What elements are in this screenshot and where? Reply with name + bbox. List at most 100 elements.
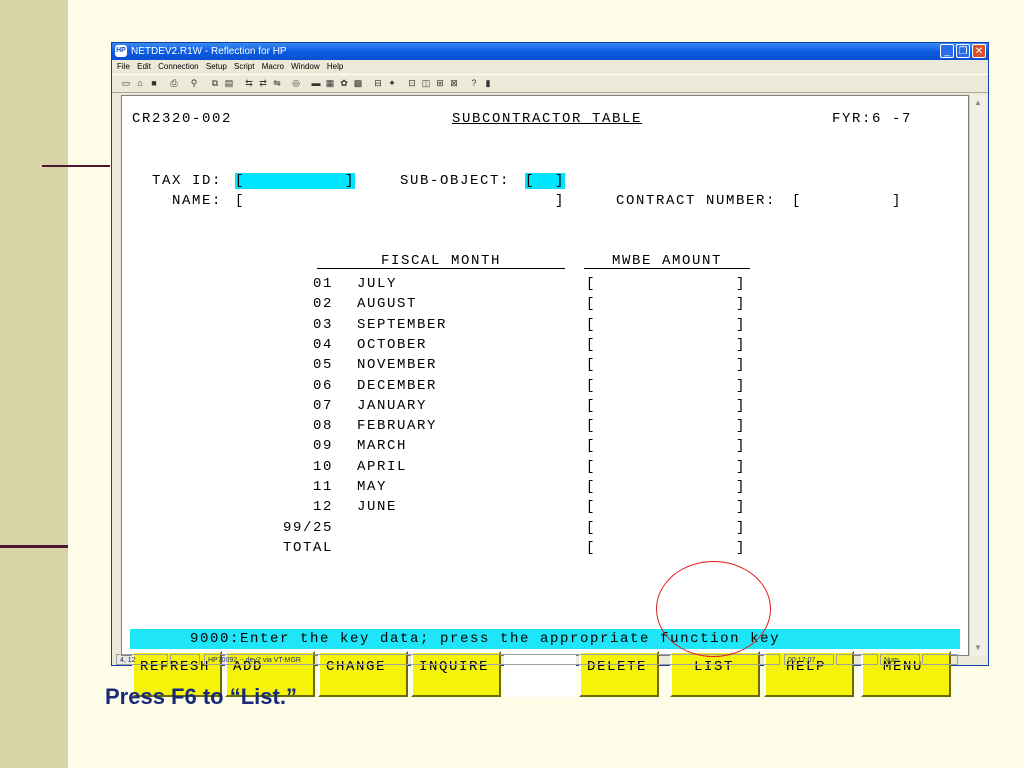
window-icon[interactable]: ⊞: [434, 78, 446, 89]
status-cell-empty: [170, 654, 200, 665]
month-number: TOTAL: [282, 539, 333, 556]
status-message-bar: 9000:Enter the key data; press the appro…: [130, 629, 960, 649]
month-number: 10: [312, 458, 333, 475]
month-number: 01: [312, 276, 333, 292]
find-icon[interactable]: ⚲: [188, 78, 200, 89]
mwbe-amount-field[interactable]: [ ]: [586, 520, 746, 536]
tax-id-field[interactable]: [ ]: [235, 173, 356, 189]
connection-info: HP70092 -- dev2 via VT-MGR: [204, 654, 780, 665]
open-icon[interactable]: ⌂: [134, 78, 146, 89]
new-icon[interactable]: ▭: [120, 78, 132, 89]
mwbe-amount-field[interactable]: [ ]: [586, 398, 746, 414]
month-number: 12: [312, 499, 333, 516]
menu-edit[interactable]: Edit: [137, 60, 151, 74]
month-number: 99/25: [282, 519, 333, 536]
month-name: MAY: [357, 479, 388, 495]
menu-connection[interactable]: Connection: [158, 60, 198, 74]
slide-divider-top: [42, 165, 110, 167]
month-number: 07: [312, 397, 333, 414]
month-number: 06: [312, 377, 333, 394]
menu-file[interactable]: File: [117, 60, 130, 74]
macro-icon[interactable]: ✦: [386, 78, 398, 89]
copy-icon[interactable]: ⧉: [209, 78, 221, 89]
exit-icon[interactable]: ⊠: [448, 78, 460, 89]
mwbe-amount-field[interactable]: [ ]: [586, 418, 746, 434]
status-bar: 4, 12 HP70092 -- dev2 via VT-MGR 00:17:0…: [112, 653, 988, 666]
menu-window[interactable]: Window: [291, 60, 319, 74]
menu-bar: File Edit Connection Setup Script Macro …: [112, 60, 988, 74]
month-name: FEBRUARY: [357, 418, 438, 435]
fiscal-year: FYR:6 -7: [832, 111, 913, 127]
terminal-icon[interactable]: ⊡: [406, 78, 418, 89]
close-button[interactable]: ✕: [972, 44, 986, 58]
status-cell-empty2: [836, 654, 878, 665]
month-name: JULY: [357, 276, 398, 292]
menu-script[interactable]: Script: [234, 60, 254, 74]
mwbe-amount-header: MWBE AMOUNT: [584, 254, 750, 269]
terminal-screen[interactable]: CR2320-002 SUBCONTRACTOR TABLE FYR:6 -7 …: [121, 95, 969, 697]
mwbe-amount-field[interactable]: [ ]: [586, 357, 746, 373]
save-icon[interactable]: ■: [148, 78, 160, 89]
mwbe-amount-field[interactable]: [ ]: [586, 317, 746, 333]
month-number: 11: [312, 479, 333, 495]
minimize-button[interactable]: _: [940, 44, 954, 58]
window-titlebar: HP NETDEV2.R1W - Reflection for HP _ ❐ ✕: [112, 43, 988, 60]
month-number: 03: [312, 316, 333, 333]
settings-icon[interactable]: ✿: [338, 78, 350, 89]
record-icon[interactable]: ◎: [290, 78, 302, 89]
maximize-button[interactable]: ❐: [956, 44, 970, 58]
month-name: DECEMBER: [357, 377, 438, 394]
mwbe-amount-field[interactable]: [ ]: [586, 459, 746, 475]
hotspot-icon[interactable]: ◫: [420, 78, 432, 89]
tax-id-label: TAX ID:: [152, 173, 223, 189]
menu-help[interactable]: Help: [327, 60, 343, 74]
print-icon[interactable]: ⎙: [168, 78, 180, 89]
month-name: JANUARY: [357, 397, 428, 414]
book-icon[interactable]: ▮: [482, 78, 494, 89]
cursor-position: 4, 12: [116, 654, 168, 665]
help-icon[interactable]: ?: [468, 78, 480, 89]
month-number: 02: [312, 296, 333, 313]
mwbe-amount-field[interactable]: [ ]: [586, 479, 746, 495]
mwbe-amount-field[interactable]: [ ]: [586, 296, 746, 312]
contract-number-field[interactable]: [ ]: [792, 193, 902, 209]
month-name: MARCH: [357, 438, 408, 455]
form-id: CR2320-002: [132, 111, 233, 127]
window-title: NETDEV2.R1W - Reflection for HP: [131, 46, 287, 57]
connect-icon[interactable]: ⇆: [243, 78, 255, 89]
transfer2-icon[interactable]: ⇋: [271, 78, 283, 89]
screen-heading: SUBCONTRACTOR TABLE: [452, 111, 643, 127]
scroll-up-icon[interactable]: ▲: [972, 97, 984, 109]
display-icon[interactable]: ▩: [352, 78, 364, 89]
mwbe-amount-field[interactable]: [ ]: [586, 276, 746, 292]
transfer-icon[interactable]: ⇄: [257, 78, 269, 89]
menu-setup[interactable]: Setup: [206, 60, 227, 74]
slide-divider-bottom: [0, 545, 68, 548]
slide-side-band: [0, 0, 68, 768]
month-name: AUGUST: [357, 296, 418, 313]
mwbe-amount-field[interactable]: [ ]: [586, 337, 746, 353]
mwbe-amount-field[interactable]: [ ]: [586, 438, 746, 454]
month-number: 09: [312, 438, 333, 455]
month-number: 04: [312, 336, 333, 353]
menu-macro[interactable]: Macro: [262, 60, 284, 74]
toolbar: ▭ ⌂ ■ ⎙ ⚲ ⧉ ▤ ⇆ ⇄ ⇋ ◎ ▬ ▦ ✿ ▩ ⊟ ✦ ⊡ ◫ ⊞ …: [112, 74, 988, 93]
keyboard-icon[interactable]: ▬: [310, 78, 322, 89]
mwbe-amount-field[interactable]: [ ]: [586, 499, 746, 515]
name-field[interactable]: [ ]: [235, 193, 565, 209]
screen-icon[interactable]: ▦: [324, 78, 336, 89]
sub-object-field[interactable]: [ ]: [525, 173, 566, 189]
month-name: JUNE: [357, 499, 398, 516]
vertical-scrollbar[interactable]: ▲ ▼: [969, 95, 986, 656]
mwbe-amount-field[interactable]: [ ]: [586, 540, 746, 556]
mwbe-amount-field[interactable]: [ ]: [586, 378, 746, 394]
contract-number-label: CONTRACT NUMBER:: [616, 193, 777, 209]
status-cell-empty3: [922, 654, 958, 665]
app-icon: HP: [115, 45, 127, 57]
session-time: 00:17:07: [784, 654, 834, 665]
printer-icon[interactable]: ⊟: [372, 78, 384, 89]
month-number: 08: [312, 418, 333, 435]
paste-icon[interactable]: ▤: [223, 78, 235, 89]
month-name: SEPTEMBER: [357, 316, 448, 333]
list-key-annotation-circle: [656, 561, 771, 657]
